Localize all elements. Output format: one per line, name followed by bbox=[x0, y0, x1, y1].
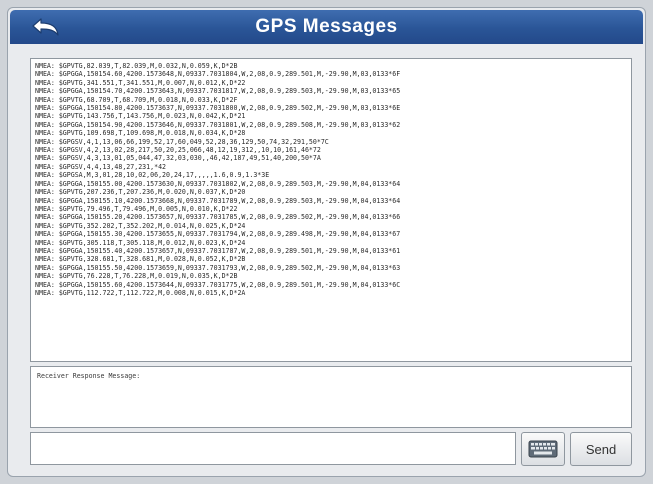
log-line: NMEA: $GPVTG,305.118,T,305.118,M,0.012,N… bbox=[35, 238, 246, 247]
log-line: NMEA: $GPGGA,150154.90,4200.1573646,N,09… bbox=[35, 120, 401, 129]
log-line: NMEA: $GPVTG,76.228,T,76.228,M,0.019,N,0… bbox=[35, 272, 238, 281]
back-arrow-icon bbox=[32, 18, 59, 36]
log-line: NMEA: $GPGGA,150155.10,4200.1573668,N,09… bbox=[35, 196, 401, 205]
log-line: NMEA: $GPGSA,M,3,01,28,10,02,06,20,24,17… bbox=[35, 171, 270, 180]
log-line: NMEA: $GPGGA,150154.60,4200.1573648,N,09… bbox=[35, 70, 401, 79]
command-input[interactable] bbox=[30, 432, 516, 465]
log-line: NMEA: $GPGSV,4,3,13,01,05,044,47,32,03,0… bbox=[35, 154, 321, 163]
log-line: NMEA: $GPGSV,4,4,13,48,27,231,*42 bbox=[35, 162, 167, 171]
log-line: NMEA: $GPVTG,143.756,T,143.756,M,0.023,N… bbox=[35, 112, 246, 121]
log-line: NMEA: $GPGGA,150155.20,4200.1573657,N,09… bbox=[35, 213, 401, 222]
log-line: NMEA: $GPVTG,207.236,T,207.236,M,0.020,N… bbox=[35, 188, 246, 197]
log-line: NMEA: $GPGGA,150155.00,4200.1573630,N,09… bbox=[35, 179, 401, 188]
receiver-response-label: Receiver Response Message: bbox=[37, 372, 141, 380]
log-line: NMEA: $GPGGA,150155.40,4200.1573657,N,09… bbox=[35, 246, 401, 255]
log-line: NMEA: $GPVTG,109.698,T,109.698,M,0.018,N… bbox=[35, 129, 246, 138]
gps-message-log[interactable]: NMEA: $GPVTG,82.039,T,82.039,M,0.032,N,0… bbox=[30, 58, 632, 362]
send-button[interactable]: Send bbox=[570, 432, 632, 466]
log-line: NMEA: $GPGGA,150155.60,4200.1573644,N,09… bbox=[35, 280, 401, 289]
receiver-response-panel: Receiver Response Message: bbox=[30, 366, 632, 428]
log-line: NMEA: $GPVTG,79.496,T,79.496,M,0.005,N,0… bbox=[35, 204, 238, 213]
log-line: NMEA: $GPGGA,150155.50,4200.1573659,N,09… bbox=[35, 263, 401, 272]
back-button[interactable] bbox=[18, 13, 74, 41]
log-line: NMEA: $GPGGA,150154.70,4200.1573643,N,09… bbox=[35, 87, 401, 96]
keyboard-icon bbox=[528, 440, 558, 458]
log-line: NMEA: $GPGGA,150155.30,4200.1573655,N,09… bbox=[35, 230, 401, 239]
page-title: GPS Messages bbox=[255, 16, 398, 37]
log-line: NMEA: $GPVTG,352.202,T,352.202,M,0.014,N… bbox=[35, 221, 246, 230]
log-line: NMEA: $GPGSV,4,1,13,06,66,199,52,17,60,0… bbox=[35, 137, 329, 146]
log-line: NMEA: $GPVTG,328.681,T,328.681,M,0.028,N… bbox=[35, 255, 246, 264]
title-bar: GPS Messages bbox=[10, 10, 643, 44]
log-line: NMEA: $GPVTG,341.551,T,341.551,M,0.007,N… bbox=[35, 78, 246, 87]
log-line: NMEA: $GPVTG,112.722,T,112.722,M,0.008,N… bbox=[35, 288, 246, 297]
log-line: NMEA: $GPGSV,4,2,13,02,28,217,50,20,25,0… bbox=[35, 146, 321, 155]
log-line: NMEA: $GPGGA,150154.80,4200.1573637,N,09… bbox=[35, 104, 401, 113]
keyboard-button[interactable] bbox=[521, 432, 565, 466]
log-line: NMEA: $GPVTG,82.039,T,82.039,M,0.032,N,0… bbox=[35, 62, 238, 70]
log-line: NMEA: $GPVTG,68.709,T,68.709,M,0.018,N,0… bbox=[35, 95, 238, 104]
